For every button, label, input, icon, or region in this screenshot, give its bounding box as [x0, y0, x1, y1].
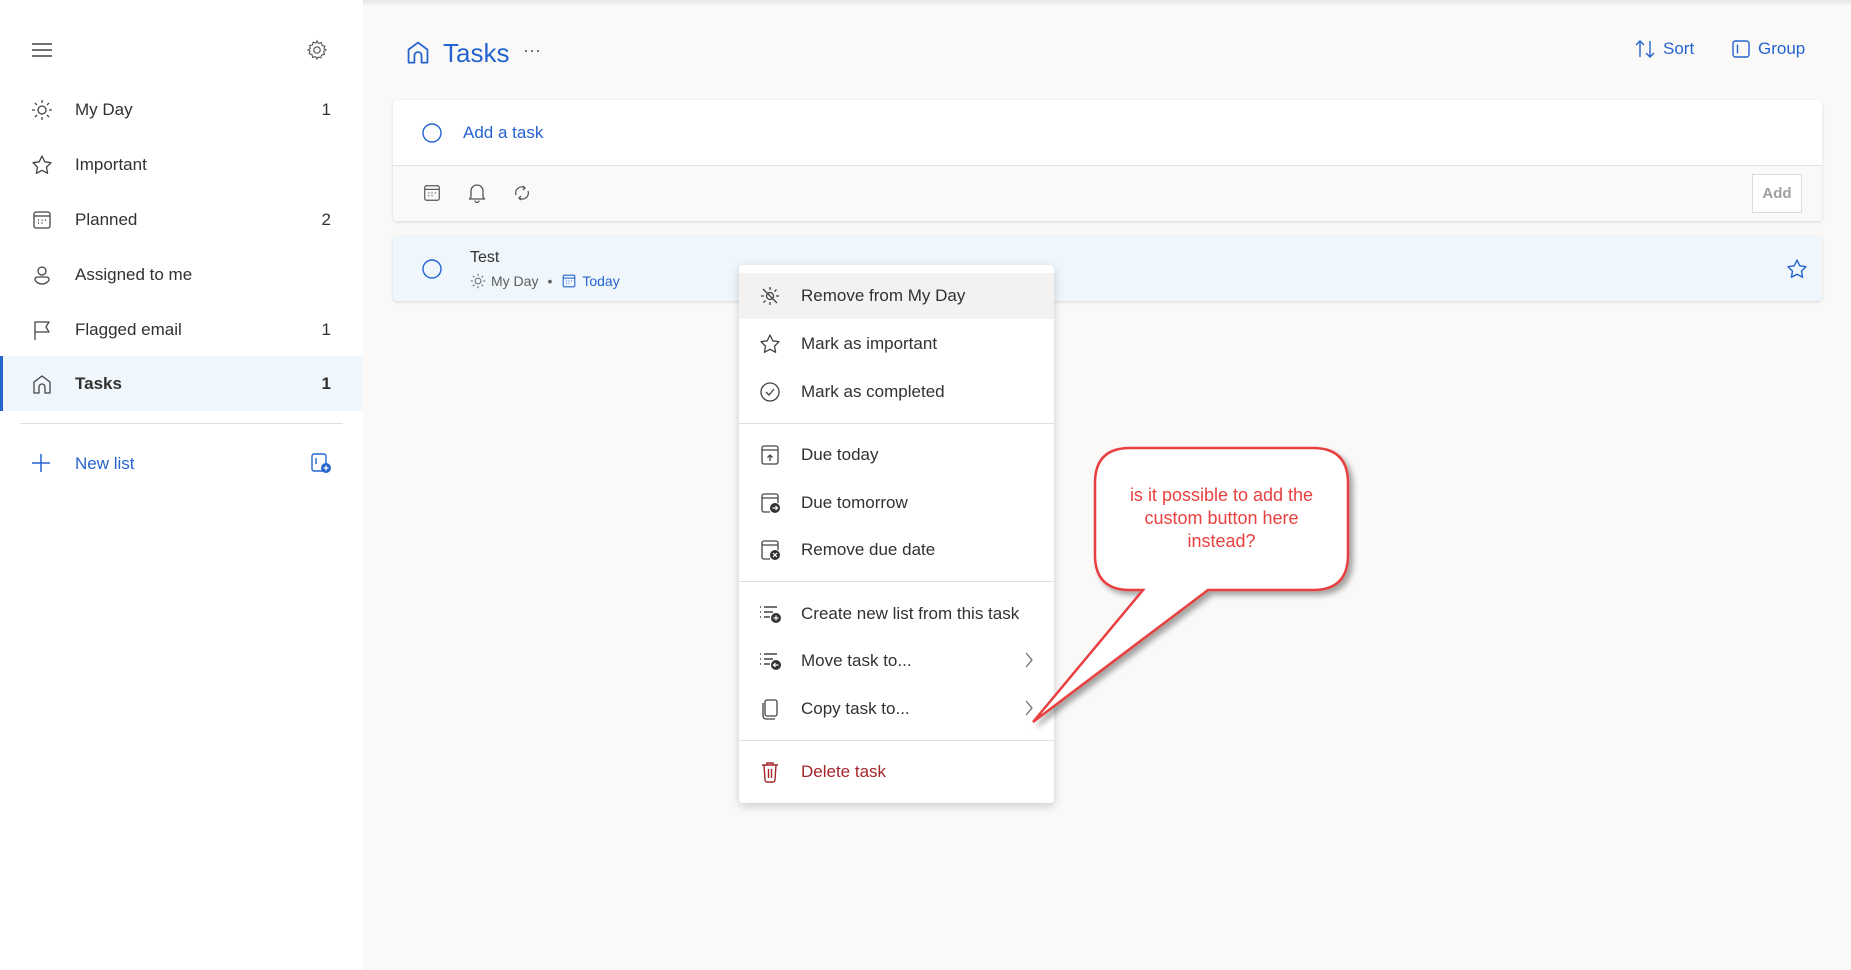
annotation-callout-bubble: [1032, 446, 1350, 723]
annotation-text: is it possible to add the custom button …: [1129, 485, 1314, 551]
